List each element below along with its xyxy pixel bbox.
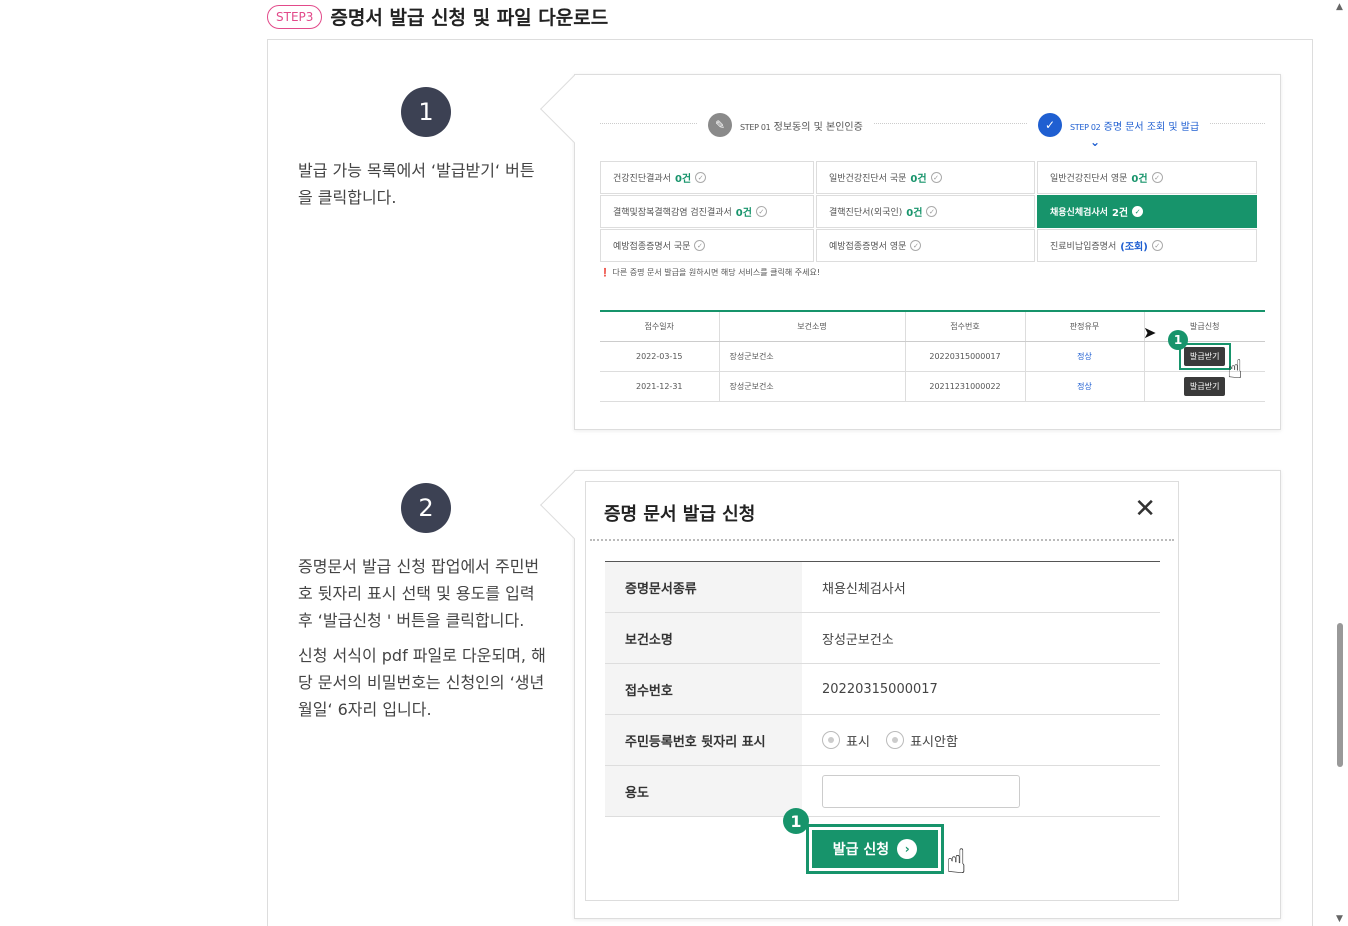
step2-description: 증명문서 발급 신청 팝업에서 주민번호 뒷자리 표시 선택 및 용도를 입력 … <box>298 553 553 723</box>
scrollbar-thumb[interactable] <box>1337 623 1343 767</box>
radio-show[interactable]: 표시 <box>822 731 870 750</box>
screenshot-panel-1: ✎ STEP 01 정보동의 및 본인인증 ✓ STEP 02 증명 문서 조회… <box>540 74 1281 430</box>
check-circle-icon: ✓ <box>1132 206 1144 217</box>
submit-button[interactable]: 발급 신청 › <box>812 830 938 868</box>
scroll-up-icon[interactable]: ▲ <box>1334 2 1345 12</box>
hand-pointer-icon: ☝ <box>946 842 967 882</box>
edit-icon: ✎ <box>708 113 732 137</box>
step-number-1: 1 <box>401 87 451 137</box>
purpose-input[interactable] <box>822 774 1020 808</box>
progress-step-1: ✎ STEP 01 정보동의 및 본인인증 <box>698 113 873 137</box>
submit-highlight: 발급 신청 › <box>806 824 944 874</box>
hand-pointer-icon: ☝ <box>1227 355 1243 385</box>
step2-description-2: 신청 서식이 pdf 파일로 다운되며, 해당 문서의 비밀번호는 신청인의 ‘… <box>298 646 546 719</box>
section-title: 증명서 발급 신청 및 파일 다운로드 <box>330 7 609 29</box>
step-header: STEP3 증명서 발급 신청 및 파일 다운로드 <box>267 3 608 30</box>
progress-step-2: ✓ STEP 02 증명 문서 조회 및 발급 <box>1028 113 1210 137</box>
col-header: 접수번호 <box>904 310 1025 342</box>
step-number-2: 2 <box>401 483 451 533</box>
step2-description-1: 증명문서 발급 신청 팝업에서 주민번호 뒷자리 표시 선택 및 용도를 입력 … <box>298 557 540 630</box>
chevron-right-icon: › <box>897 839 918 859</box>
form-value: 20220315000017 <box>802 663 1160 715</box>
table-row: 2022-03-15 장성군보건소 20220315000017 정상 발급받기 <box>600 341 1265 372</box>
document-type-grid: 건강진단결과서 0건 ✓ 일반건강진단서 국문 0건 ✓ 일반건강진단서 영문 0건 ✓ 결… <box>600 161 1263 263</box>
issue-request-modal: 증명 문서 발급 신청 ✕ 증명문서종류 채용신체검사서 보건소명 장성군보건소… <box>585 481 1179 901</box>
radio-hide[interactable]: 표시안함 <box>886 731 958 750</box>
step1-description: 발급 가능 목록에서 ‘발급받기‘ 버튼을 클릭합니다. <box>298 161 535 207</box>
form-value: 장성군보건소 <box>802 612 1160 664</box>
callout-badge: 1 <box>1168 330 1188 350</box>
check-icon: ✓ <box>1038 113 1062 137</box>
notice-text: ❗ 다른 증명 문서 발급을 원하시면 해당 서비스를 클릭해 주세요! <box>600 268 821 277</box>
check-circle-icon: ✓ <box>755 206 767 217</box>
scroll-down-icon[interactable]: ▼ <box>1334 914 1345 924</box>
check-circle-icon: ✓ <box>910 240 922 251</box>
step1-tag: STEP 01 <box>740 122 771 132</box>
form-label: 보건소명 <box>605 612 802 664</box>
col-header: 접수일자 <box>600 310 719 342</box>
col-header: 판정유무 <box>1024 310 1144 342</box>
doc-type-item[interactable]: 건강진단결과서 0건 ✓ <box>600 161 814 194</box>
form-value: 채용신체검사서 <box>802 561 1160 613</box>
doc-type-item[interactable]: 진료비납입증명서 (조회) ✓ <box>1037 229 1257 262</box>
cursor-icon: ➤ <box>1143 323 1157 342</box>
issue-table: 접수일자 보건소명 접수번호 판정유무 발급신청 2022-03-15 장성군보… <box>600 310 1265 402</box>
scrollbar[interactable]: ▲ ▼ <box>1331 0 1348 926</box>
step2-label: 증명 문서 조회 및 발급 <box>1103 121 1200 133</box>
form-label: 접수번호 <box>605 663 802 715</box>
chevron-down-icon: ⌄ <box>1090 135 1101 149</box>
col-header: 발급신청 <box>1143 310 1265 342</box>
check-circle-icon: ✓ <box>694 240 706 251</box>
rrn-radio-group: 표시 표시안함 <box>802 714 1160 766</box>
modal-title: 증명 문서 발급 신청 <box>604 504 756 525</box>
form-label: 증명문서종류 <box>605 561 802 613</box>
doc-type-item[interactable]: 결핵및잠복결핵감염 검진결과서 0건 ✓ <box>600 195 814 228</box>
doc-type-item[interactable]: 일반건강진단서 영문 0건 ✓ <box>1037 161 1257 194</box>
download-button[interactable]: 발급받기 <box>1184 376 1226 396</box>
table-row: 2021-12-31 장성군보건소 20211231000022 정상 발급받기 <box>600 371 1265 402</box>
check-circle-icon: ✓ <box>1151 240 1163 251</box>
issue-form: 증명문서종류 채용신체검사서 보건소명 장성군보건소 접수번호 20220315… <box>605 561 1160 817</box>
close-icon[interactable]: ✕ <box>1134 494 1156 524</box>
check-circle-icon: ✓ <box>930 172 942 183</box>
screenshot-panel-2: 증명 문서 발급 신청 ✕ 증명문서종류 채용신체검사서 보건소명 장성군보건소… <box>540 470 1281 919</box>
step2-tag: STEP 02 <box>1070 122 1101 132</box>
step-pill: STEP3 <box>267 4 323 29</box>
step1-label: 정보동의 및 본인인증 <box>773 121 863 133</box>
doc-type-item-selected[interactable]: 채용신체검사서 2건 ✓ <box>1037 195 1257 228</box>
check-circle-icon: ✓ <box>695 172 707 183</box>
form-label: 용도 <box>605 765 802 817</box>
doc-type-item[interactable]: 예방접종증명서 국문 ✓ <box>600 229 814 262</box>
check-circle-icon: ✓ <box>1151 172 1163 183</box>
form-label: 주민등록번호 뒷자리 표시 <box>605 714 802 766</box>
check-circle-icon: ✓ <box>926 206 938 217</box>
highlight-box <box>1179 343 1231 370</box>
doc-type-item[interactable]: 예방접종증명서 영문 ✓ <box>816 229 1035 262</box>
col-header: 보건소명 <box>718 310 905 342</box>
progress-steps: ✎ STEP 01 정보동의 및 본인인증 ✓ STEP 02 증명 문서 조회… <box>600 113 1265 137</box>
doc-type-item[interactable]: 결핵진단서(외국인) 0건 ✓ <box>816 195 1035 228</box>
callout-badge: 1 <box>783 808 809 834</box>
doc-type-item[interactable]: 일반건강진단서 국문 0건 ✓ <box>816 161 1035 194</box>
